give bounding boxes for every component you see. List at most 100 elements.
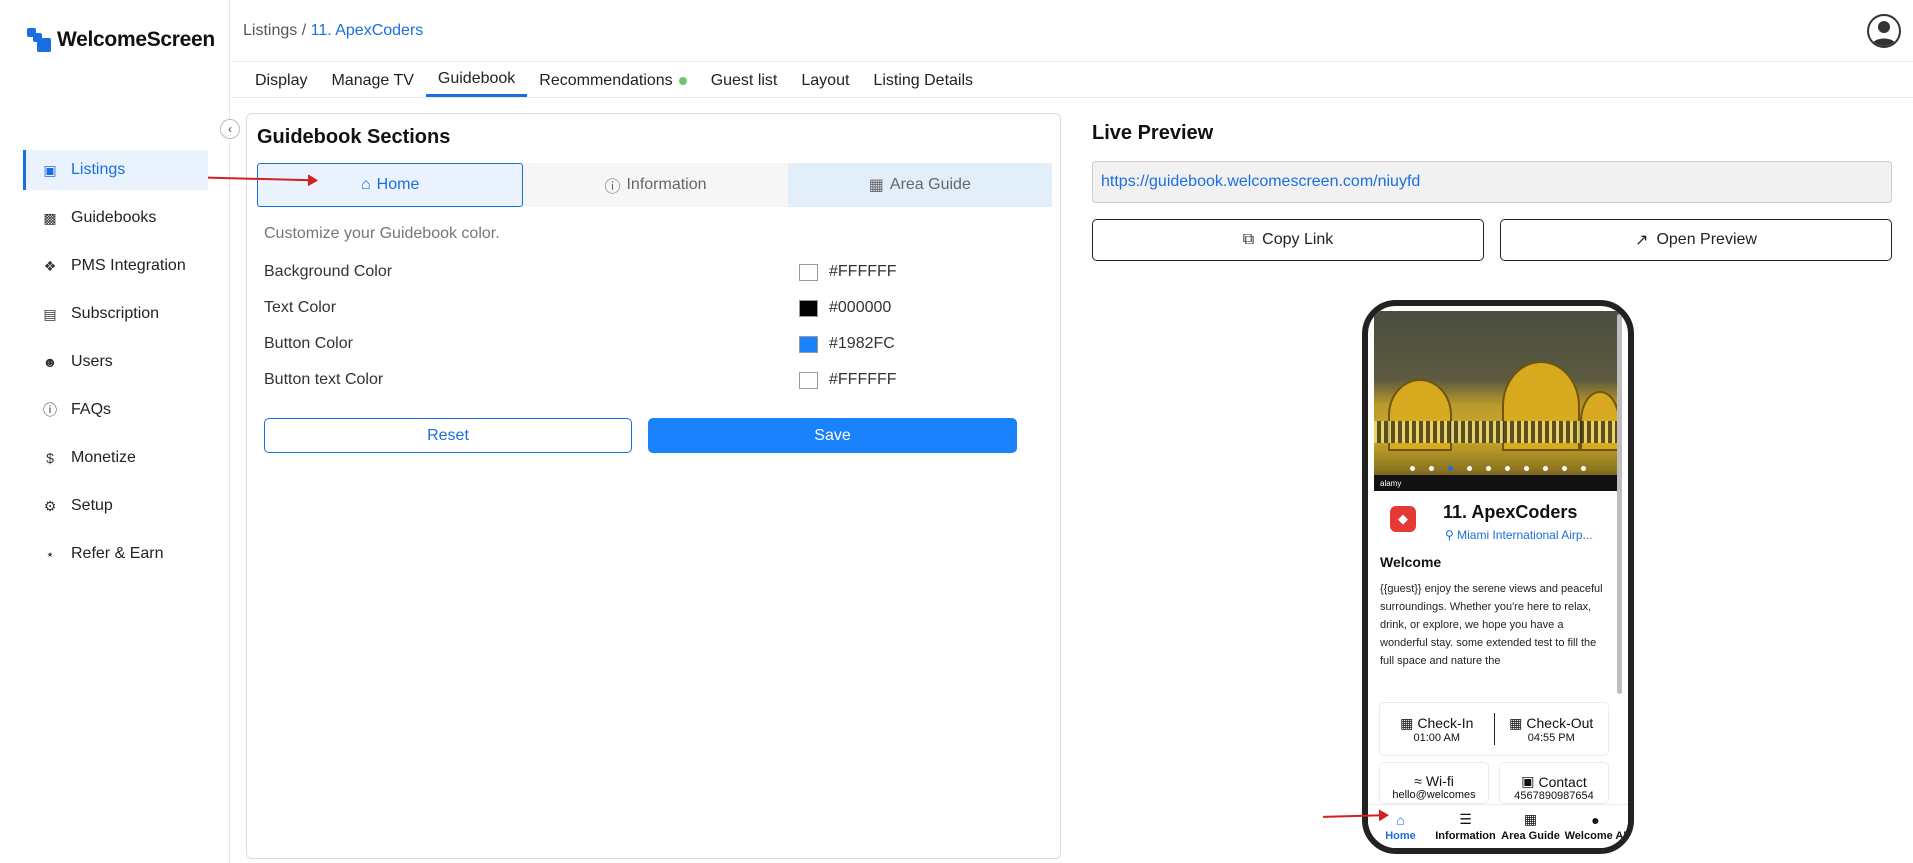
tab-recommendations[interactable]: Recommendations	[527, 62, 698, 97]
sidebar-item-monetize[interactable]: $ Monetize	[23, 438, 208, 478]
color-value: #FFFFFF	[829, 371, 897, 388]
users-icon: ☻	[42, 354, 58, 370]
save-button[interactable]: Save	[648, 418, 1017, 453]
section-label: Home	[376, 176, 420, 193]
section-home-button[interactable]: ⌂ Home	[257, 163, 524, 207]
section-information-button[interactable]: ⓘ Information	[523, 163, 787, 207]
checkin-block[interactable]: ▦ Check-In 01:00 AM	[1380, 703, 1494, 755]
sidebar-item-subscription[interactable]: ▤ Subscription	[23, 294, 208, 334]
wifi-value: hello@welcomes	[1392, 789, 1476, 801]
tab-listing-details[interactable]: Listing Details	[861, 62, 985, 97]
tab-guest-list[interactable]: Guest list	[699, 62, 790, 97]
color-swatch[interactable]	[799, 299, 818, 317]
home-icon: ⌂	[1396, 811, 1405, 828]
color-value: #1982FC	[829, 335, 895, 352]
sidebar-item-label: Guidebooks	[71, 209, 157, 226]
tab-label: Guest list	[710, 71, 778, 89]
collapse-sidebar-button[interactable]: ‹	[220, 119, 240, 139]
color-hint-text: Customize your Guidebook color.	[264, 225, 500, 242]
tab-label: Listing Details	[873, 71, 974, 89]
sidebar-item-users[interactable]: ☻ Users	[23, 342, 208, 382]
app-name: WelcomeScreen	[57, 28, 215, 51]
hero-image[interactable]: alamy	[1374, 311, 1621, 491]
ai-icon: ●	[1591, 811, 1600, 828]
color-picker[interactable]: #FFFFFF	[799, 371, 897, 389]
color-value: #FFFFFF	[829, 263, 897, 280]
guidebook-sections-panel: Guidebook Sections ⌂ Home ⓘ Information …	[246, 113, 1061, 859]
section-area-guide-button[interactable]: ▦ Area Guide	[787, 163, 1052, 207]
location-text: Miami International Airp...	[1457, 528, 1593, 542]
phone-nav-home[interactable]: ⌂ Home	[1368, 805, 1433, 848]
sidebar-item-label: PMS Integration	[71, 257, 186, 274]
map-icon: ▦	[868, 177, 884, 194]
breadcrumb: Listings / 11. ApexCoders	[243, 22, 423, 40]
listing-title: 11. ApexCoders	[1443, 502, 1578, 522]
wifi-card[interactable]: ≈ Wi-fi hello@welcomes	[1380, 763, 1488, 803]
external-link-icon: ↗	[1635, 232, 1649, 249]
sidebar-item-label: Monetize	[71, 449, 136, 466]
nav-label: Welcome AI	[1564, 829, 1627, 842]
listing-tabs: Display Manage TV Guidebook Recommendati…	[231, 62, 1913, 98]
info-icon: ⓘ	[604, 179, 621, 196]
color-picker[interactable]: #FFFFFF	[799, 263, 897, 281]
button-label: Open Preview	[1656, 231, 1757, 248]
tab-layout[interactable]: Layout	[789, 62, 861, 97]
dollar-icon: $	[46, 450, 54, 466]
reset-button[interactable]: Reset	[264, 418, 632, 453]
contact-card[interactable]: ▣ Contact 4567890987654	[1500, 763, 1608, 803]
sidebar-item-label: FAQs	[71, 401, 112, 418]
preview-url-field[interactable]: https://guidebook.welcomescreen.com/niuy…	[1092, 161, 1892, 203]
checkin-label: Check-In	[1417, 715, 1474, 731]
sidebar-item-label: Users	[71, 353, 113, 370]
tab-label: Display	[255, 71, 308, 89]
sidebar-item-faqs[interactable]: ⓘ FAQs	[23, 390, 208, 430]
open-preview-button[interactable]: ↗ Open Preview	[1500, 219, 1892, 261]
sidebar-item-listings[interactable]: ▣ Listings	[23, 150, 208, 190]
checkout-block[interactable]: ▦ Check-Out 04:55 PM	[1495, 703, 1609, 755]
phone-nav-welcome-ai[interactable]: ● Welcome AI	[1563, 805, 1628, 848]
live-preview-title: Live Preview	[1092, 122, 1214, 144]
color-picker[interactable]: #000000	[799, 299, 891, 317]
nav-label: Area Guide	[1501, 830, 1560, 842]
user-avatar-button[interactable]	[1867, 14, 1901, 48]
checkout-label: Check-Out	[1526, 715, 1594, 731]
wifi-icon: ≈	[1414, 773, 1422, 789]
sidebar-item-label: Setup	[71, 497, 113, 514]
nav-label: Home	[1385, 829, 1416, 842]
color-row-button: Button Color #1982FC	[264, 332, 904, 356]
color-value: #000000	[829, 299, 892, 316]
color-row-button-text: Button text Color #FFFFFF	[264, 368, 904, 392]
sidebar-item-setup[interactable]: ⚙ Setup	[23, 486, 208, 526]
breadcrumb-current: 11. ApexCoders	[310, 22, 424, 39]
color-picker[interactable]: #1982FC	[799, 335, 895, 353]
share-icon: ⋆	[45, 545, 55, 562]
calendar-icon: ▦	[1400, 714, 1414, 731]
sidebar-item-guidebooks[interactable]: ▩ Guidebooks	[23, 198, 208, 238]
tab-manage-tv[interactable]: Manage TV	[319, 62, 425, 97]
status-dot	[678, 76, 687, 85]
phone-nav-area-guide[interactable]: ▦ Area Guide	[1498, 805, 1563, 848]
question-icon: ⓘ	[43, 402, 57, 418]
sidebar-item-pms-integration[interactable]: ❖ PMS Integration	[23, 246, 208, 286]
tab-guidebook[interactable]: Guidebook	[425, 62, 528, 97]
color-swatch[interactable]	[799, 371, 818, 389]
breadcrumb-root[interactable]: Listings	[243, 22, 297, 39]
color-swatch[interactable]	[799, 263, 818, 281]
calendar-icon: ▦	[1509, 714, 1523, 731]
app-logo[interactable]: WelcomeScreen	[27, 28, 215, 52]
phone-nav-information[interactable]: ☰ Information	[1433, 805, 1498, 848]
tab-label: Manage TV	[331, 71, 414, 89]
color-swatch[interactable]	[799, 335, 818, 353]
sidebar-item-refer-earn[interactable]: ⋆ Refer & Earn	[23, 534, 208, 574]
image-watermark: alamy	[1374, 475, 1621, 491]
phone-scrollbar[interactable]	[1617, 314, 1622, 694]
list-icon: ☰	[1459, 811, 1472, 827]
section-selector: ⌂ Home ⓘ Information ▦ Area Guide	[257, 163, 1052, 207]
gear-icon: ⚙	[43, 497, 57, 514]
button-label: Copy Link	[1262, 231, 1334, 248]
carousel-dots[interactable]	[1374, 466, 1621, 471]
copy-link-button[interactable]: ⧉ Copy Link	[1092, 219, 1484, 261]
chevron-left-icon: ‹	[228, 122, 232, 136]
tab-display[interactable]: Display	[243, 62, 319, 97]
listing-location[interactable]: ⚲ Miami International Airp...	[1445, 528, 1615, 542]
